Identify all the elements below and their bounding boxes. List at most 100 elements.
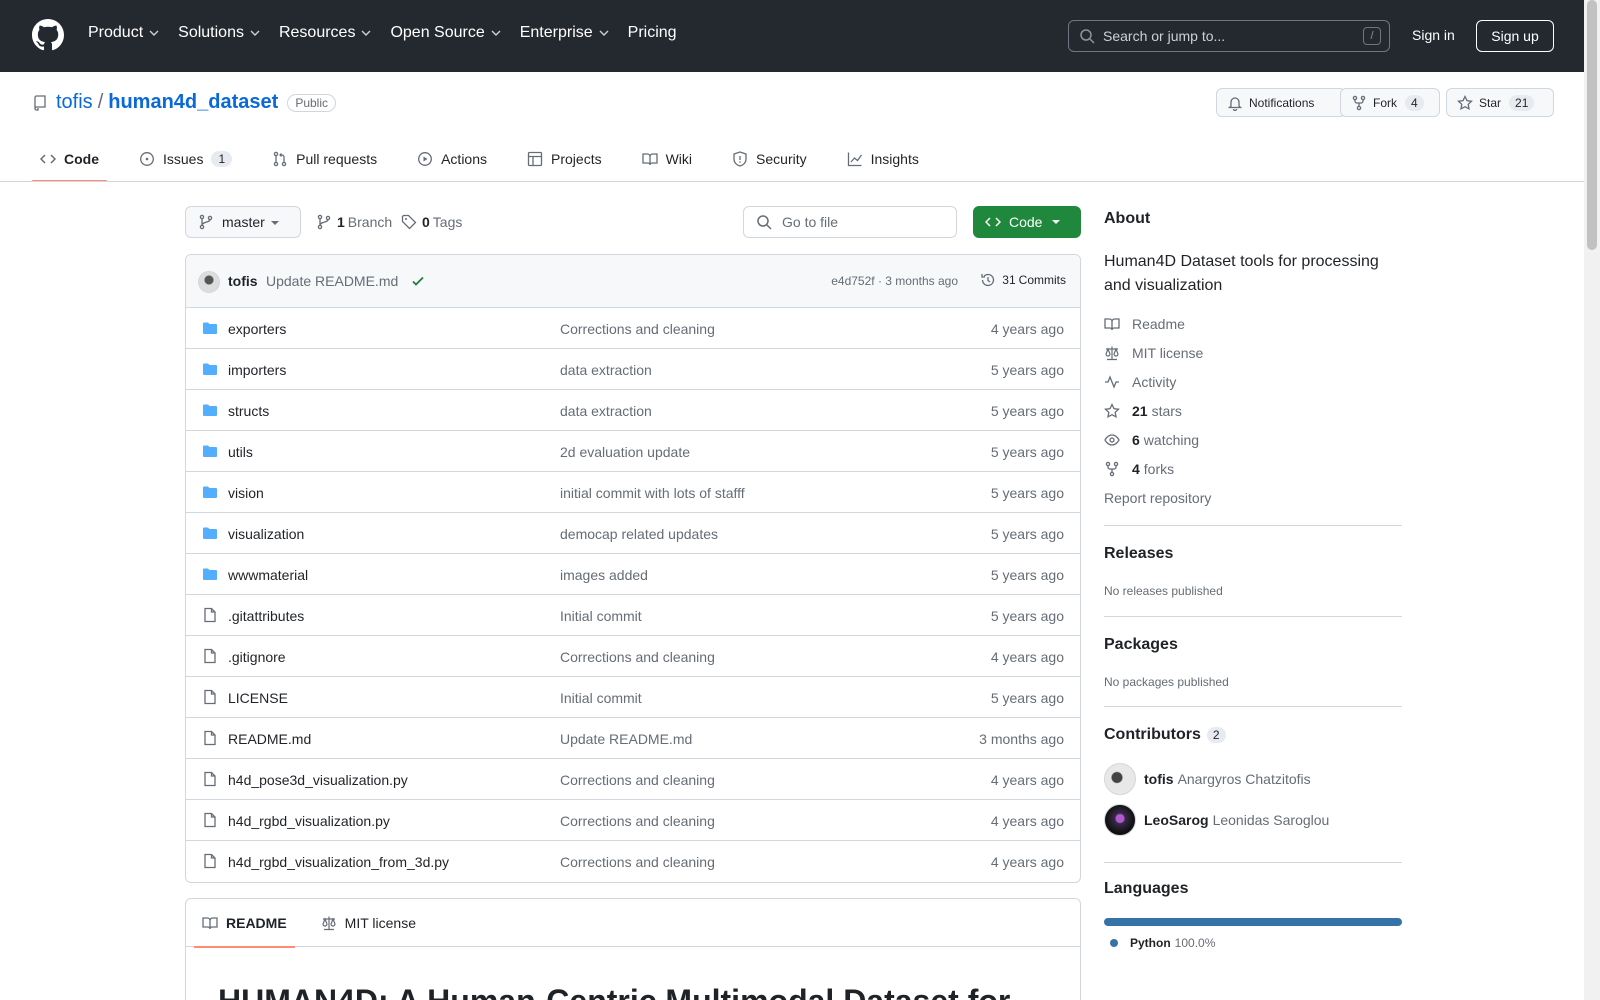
readme-link[interactable]: Readme — [1104, 316, 1185, 332]
tab-readme[interactable]: README — [194, 899, 295, 948]
sign-in-link[interactable]: Sign in — [1412, 27, 1455, 43]
avatar[interactable] — [198, 271, 220, 293]
releases-heading[interactable]: Releases — [1104, 545, 1173, 563]
contributor-item[interactable]: LeoSarog Leonidas Saroglou — [1104, 804, 1329, 836]
chevron-down-icon — [361, 30, 371, 36]
file-commit-message-link[interactable]: Initial commit — [560, 690, 642, 706]
readme-heading: HUMAN4D: A Human-Centric Multimodal Data… — [218, 983, 1010, 1000]
tab-code[interactable]: Code — [32, 142, 107, 182]
tab-label: Pull requests — [296, 151, 378, 167]
file-name-link[interactable]: wwwmaterial — [228, 567, 308, 583]
tags-link[interactable]: 0 Tags — [401, 214, 462, 230]
page-scrollbar[interactable] — [1584, 0, 1600, 1000]
table-row: .gitattributes Initial commit 5 years ago — [186, 595, 1080, 636]
tab-projects[interactable]: Projects — [519, 142, 610, 176]
file-name-link[interactable]: utils — [228, 444, 253, 460]
avatar — [1104, 763, 1136, 795]
file-name-link[interactable]: exporters — [228, 321, 286, 337]
caret-down-icon — [1052, 220, 1060, 224]
license-link[interactable]: MIT license — [1104, 345, 1203, 361]
book-icon — [1104, 318, 1120, 331]
search-placeholder: Search or jump to... — [1103, 28, 1226, 44]
file-name-link[interactable]: visualization — [228, 526, 304, 542]
file-commit-message-link[interactable]: images added — [560, 567, 648, 583]
file-name-link[interactable]: .gitignore — [228, 649, 286, 665]
report-repository-link[interactable]: Report repository — [1104, 490, 1211, 506]
file-name-link[interactable]: h4d_pose3d_visualization.py — [228, 772, 408, 788]
file-commit-message-link[interactable]: 2d evaluation update — [560, 444, 690, 460]
packages-heading[interactable]: Packages — [1104, 636, 1178, 654]
table-row: wwwmaterial images added 5 years ago — [186, 554, 1080, 595]
sidebar-divider — [1104, 706, 1402, 707]
branches-link[interactable]: 1 Branch — [316, 214, 392, 230]
check-icon[interactable] — [411, 274, 425, 288]
file-name-link[interactable]: LICENSE — [228, 690, 288, 706]
nav-product[interactable]: Product — [88, 24, 160, 42]
tab-security[interactable]: Security — [724, 142, 815, 176]
file-name-link[interactable]: vision — [228, 485, 264, 501]
code-button-label: Code — [1009, 214, 1043, 230]
tab-wiki[interactable]: Wiki — [634, 142, 700, 176]
contributors-heading[interactable]: Contributors 2 — [1104, 726, 1226, 744]
tab-actions[interactable]: Actions — [409, 142, 495, 176]
tab-insights[interactable]: Insights — [839, 142, 927, 176]
fork-count: 4 — [1405, 94, 1424, 111]
chevron-down-icon — [250, 30, 260, 36]
file-commit-message-link[interactable]: Initial commit — [560, 608, 642, 624]
language-item[interactable]: Python 100.0% — [1110, 936, 1215, 950]
watching-link[interactable]: 6 watching — [1104, 432, 1199, 448]
tab-issues[interactable]: Issues 1 — [131, 142, 240, 176]
file-name-link[interactable]: .gitattributes — [228, 608, 304, 624]
github-logo-icon[interactable] — [32, 19, 64, 51]
nav-open-source[interactable]: Open Source — [390, 24, 501, 42]
activity-link[interactable]: Activity — [1104, 374, 1176, 390]
file-commit-message-link[interactable]: data extraction — [560, 403, 652, 419]
commit-sha-age[interactable]: e4d752f · 3 months ago — [831, 274, 958, 288]
fork-button[interactable]: Fork 4 — [1340, 88, 1440, 117]
notifications-button[interactable]: Notifications — [1216, 88, 1346, 117]
file-commit-message-link[interactable]: Corrections and cleaning — [560, 772, 715, 788]
search-input[interactable]: Search or jump to... / — [1068, 20, 1390, 52]
branch-selector[interactable]: master — [185, 206, 301, 238]
pull-request-icon — [273, 151, 287, 167]
file-name-link[interactable]: README.md — [228, 731, 311, 747]
file-name-link[interactable]: h4d_rgbd_visualization.py — [228, 813, 390, 829]
contributor-item[interactable]: tofis Anargyros Chatzitofis — [1104, 763, 1311, 795]
eye-icon — [1104, 434, 1120, 446]
file-commit-message-link[interactable]: democap related updates — [560, 526, 718, 542]
file-icon — [202, 812, 218, 828]
commit-message[interactable]: Update README.md — [266, 273, 398, 289]
forks-link[interactable]: 4 forks — [1104, 461, 1174, 477]
star-button[interactable]: Star 21 — [1446, 88, 1554, 117]
file-commit-message-link[interactable]: Corrections and cleaning — [560, 321, 715, 337]
commits-link[interactable]: 31 Commits — [980, 272, 1066, 288]
nav-label: Resources — [278, 24, 356, 41]
repo-name-link[interactable]: human4d_dataset — [108, 91, 278, 114]
nav-resources[interactable]: Resources — [279, 24, 372, 42]
stars-link[interactable]: 21 stars — [1104, 403, 1182, 419]
commit-author[interactable]: tofis — [228, 273, 258, 289]
issue-icon — [140, 152, 154, 166]
tab-pull-requests[interactable]: Pull requests — [264, 142, 385, 176]
file-commit-message-link[interactable]: Update README.md — [560, 731, 692, 747]
code-dropdown-button[interactable]: Code — [973, 206, 1081, 238]
visibility-badge: Public — [287, 93, 336, 112]
file-commit-message-link[interactable]: Corrections and cleaning — [560, 813, 715, 829]
repo-owner-link[interactable]: tofis — [56, 91, 93, 114]
search-icon — [1080, 29, 1095, 44]
file-commit-message-link[interactable]: initial commit with lots of stafff — [560, 485, 745, 501]
file-name-link[interactable]: h4d_rgbd_visualization_from_3d.py — [228, 854, 449, 870]
table-row: exporters Corrections and cleaning 4 years… — [186, 308, 1080, 349]
nav-pricing[interactable]: Pricing — [628, 24, 677, 42]
file-commit-message-link[interactable]: data extraction — [560, 362, 652, 378]
file-commit-message-link[interactable]: Corrections and cleaning — [560, 649, 715, 665]
scrollbar-thumb[interactable] — [1587, 0, 1597, 250]
nav-enterprise[interactable]: Enterprise — [520, 24, 610, 42]
file-commit-message-link[interactable]: Corrections and cleaning — [560, 854, 715, 870]
tab-license[interactable]: MIT license — [313, 899, 424, 947]
sign-up-button[interactable]: Sign up — [1476, 20, 1554, 52]
file-name-link[interactable]: structs — [228, 403, 269, 419]
file-name-link[interactable]: importers — [228, 362, 286, 378]
nav-solutions[interactable]: Solutions — [178, 24, 261, 42]
go-to-file-input[interactable]: Go to file — [743, 206, 957, 238]
